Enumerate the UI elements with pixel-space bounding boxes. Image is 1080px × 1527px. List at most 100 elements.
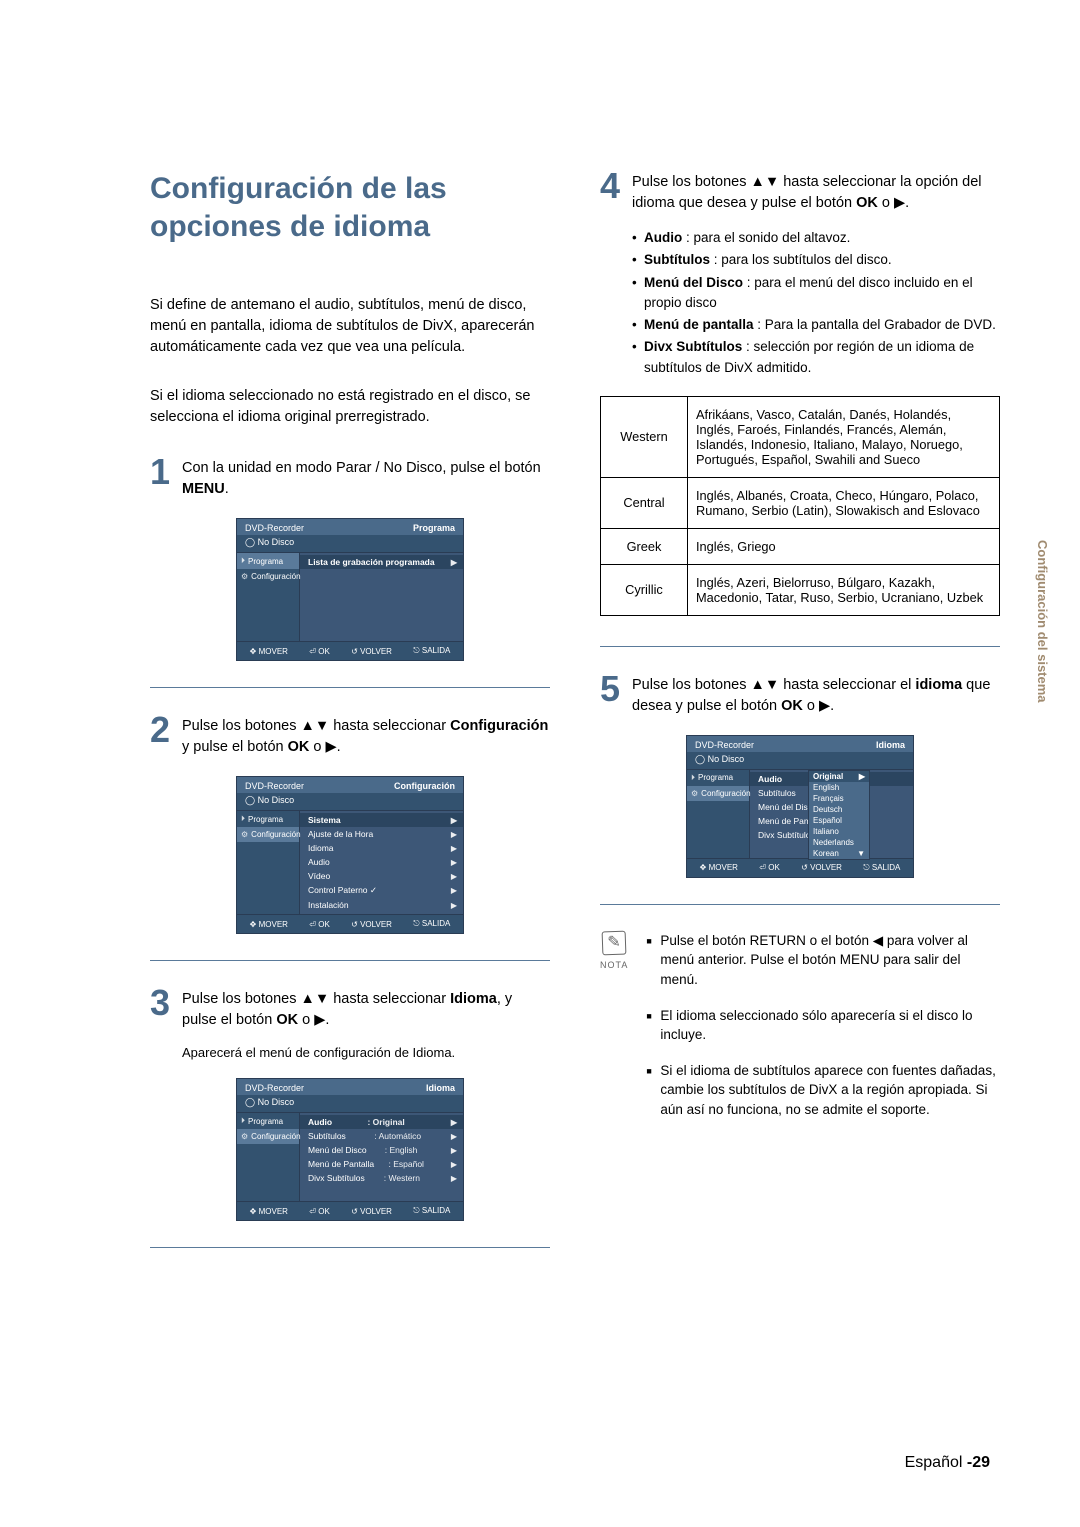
osd-side-item: Programa xyxy=(237,553,299,569)
osd-menu-row: Instalación▶ xyxy=(300,898,463,912)
osd-nodisc: No Disco xyxy=(708,754,745,764)
osd-header-section: Idioma xyxy=(876,740,905,750)
intro-paragraph-1: Si define de antemano el audio, subtítul… xyxy=(150,295,550,358)
osd-foot: MOVER xyxy=(709,863,738,872)
osd-foot: VOLVER xyxy=(360,920,392,929)
language-region-table: WesternAfrikáans, Vasco, Catalán, Danés,… xyxy=(600,396,1000,616)
osd-foot: OK xyxy=(318,647,330,656)
step-text: Con la unidad en modo Parar / No Disco, … xyxy=(182,460,541,476)
footer-page-number: -29 xyxy=(967,1454,990,1471)
step-subtext: Aparecerá el menú de configuración de Id… xyxy=(182,1045,550,1060)
bullet-bold: Subtítulos xyxy=(644,252,710,267)
step-text: o ▶. xyxy=(878,195,909,211)
step-text: Pulse los botones ▲▼ hasta seleccionar e… xyxy=(632,677,915,693)
step-2: 2 Pulse los botones ▲▼ hasta seleccionar… xyxy=(150,714,550,758)
table-row: CentralInglés, Albanés, Croata, Checo, H… xyxy=(601,477,1000,528)
osd-menu-row: Lista de grabación programada▶ xyxy=(300,555,463,569)
step-bold: MENU xyxy=(182,481,225,497)
osd-language-popup: Original▶ English Français Deutsch Españ… xyxy=(808,770,870,860)
step-bold: OK xyxy=(276,1012,298,1028)
bullet-text: : para los subtítulos del disco. xyxy=(710,252,892,267)
osd-foot: VOLVER xyxy=(360,1207,392,1216)
osd-menu-row: Audio: Original▶ xyxy=(300,1115,463,1129)
osd-screenshot-select-language: DVD-RecorderIdioma ◯ No Disco Programa C… xyxy=(686,735,914,878)
osd-foot: SALIDA xyxy=(422,646,450,655)
osd-foot: OK xyxy=(768,863,780,872)
osd-foot: VOLVER xyxy=(360,647,392,656)
osd-side-item: Configuración xyxy=(687,786,749,801)
osd-screenshot-config: DVD-RecorderConfiguración ◯ No Disco Pro… xyxy=(236,776,464,934)
table-key: Western xyxy=(601,396,688,477)
step-text: o ▶. xyxy=(298,1012,329,1028)
table-key: Greek xyxy=(601,528,688,564)
table-val: Inglés, Griego xyxy=(688,528,1000,564)
step-text: o ▶. xyxy=(309,739,340,755)
option-bullets: Audio : para el sonido del altavoz. Subt… xyxy=(632,228,1000,378)
note-icon: ✎ xyxy=(602,930,627,955)
note-item: Si el idioma de subtítulos aparece con f… xyxy=(646,1061,1000,1120)
osd-foot: OK xyxy=(318,1207,330,1216)
osd-foot: MOVER xyxy=(259,1207,288,1216)
step-bold: Idioma xyxy=(450,991,497,1007)
osd-menu-row: Sistema▶ xyxy=(300,813,463,827)
step-1: 1 Con la unidad en modo Parar / No Disco… xyxy=(150,456,550,500)
bullet-text: : para el sonido del altavoz. xyxy=(682,230,850,245)
step-text: o ▶. xyxy=(803,698,834,714)
step-4: 4 Pulse los botones ▲▼ hasta seleccionar… xyxy=(600,170,1000,214)
osd-title: DVD-Recorder xyxy=(695,740,754,750)
page-footer: Español -29 xyxy=(905,1454,990,1472)
table-key: Central xyxy=(601,477,688,528)
osd-menu-row: Divx Subtítulos: Western▶ xyxy=(300,1171,463,1185)
osd-menu-row: Vídeo▶ xyxy=(300,869,463,883)
table-val: Inglés, Albanés, Croata, Checo, Húngaro,… xyxy=(688,477,1000,528)
step-text: Pulse los botones ▲▼ hasta seleccionar xyxy=(182,718,450,734)
osd-foot: VOLVER xyxy=(810,863,842,872)
note-item: Pulse el botón RETURN o el botón ◀ para … xyxy=(646,931,1000,990)
osd-foot: SALIDA xyxy=(422,1206,450,1215)
osd-menu-row: Idioma▶ xyxy=(300,841,463,855)
osd-menu-row: Subtítulos: Automático▶ xyxy=(300,1129,463,1143)
osd-side-item: Programa xyxy=(237,1113,299,1129)
step-bold: OK xyxy=(781,698,803,714)
osd-side-item: Configuración xyxy=(237,569,299,584)
osd-header-section: Idioma xyxy=(426,1083,455,1093)
osd-header-section: Configuración xyxy=(394,781,455,791)
step-text: Pulse los botones ▲▼ hasta seleccionar xyxy=(182,991,450,1007)
page-title: Configuración de las opciones de idioma xyxy=(150,170,550,245)
step-bold: OK xyxy=(288,739,310,755)
osd-side-item: Programa xyxy=(237,811,299,827)
osd-side-item: Configuración xyxy=(237,827,299,842)
osd-menu-row: Control Paterno ✓▶ xyxy=(300,883,463,898)
step-bold: OK xyxy=(856,195,878,211)
osd-side-item: Configuración xyxy=(237,1129,299,1144)
bullet-bold: Menú de pantalla xyxy=(644,317,754,332)
step-bold: idioma xyxy=(915,677,962,693)
bullet-text: : Para la pantalla del Grabador de DVD. xyxy=(754,317,996,332)
step-number: 3 xyxy=(150,987,174,1031)
step-text: Pulse los botones ▲▼ hasta seleccionar l… xyxy=(632,174,982,211)
osd-screenshot-idioma: DVD-RecorderIdioma ◯ No Disco Programa C… xyxy=(236,1078,464,1221)
table-val: Inglés, Azeri, Bielorruso, Búlgaro, Kaza… xyxy=(688,564,1000,615)
intro-paragraph-2: Si el idioma seleccionado no está regist… xyxy=(150,386,550,428)
osd-side-item: Programa xyxy=(687,770,749,786)
step-number: 1 xyxy=(150,456,174,500)
step-5: 5 Pulse los botones ▲▼ hasta seleccionar… xyxy=(600,673,1000,717)
osd-foot: MOVER xyxy=(259,920,288,929)
osd-foot: SALIDA xyxy=(422,919,450,928)
osd-title: DVD-Recorder xyxy=(245,1083,304,1093)
osd-menu-row: Audio▶ xyxy=(300,855,463,869)
osd-header-section: Programa xyxy=(413,523,455,533)
osd-menu-row: Menú del Disco: English▶ xyxy=(300,1143,463,1157)
step-number: 5 xyxy=(600,673,624,717)
osd-foot: OK xyxy=(318,920,330,929)
table-row: WesternAfrikáans, Vasco, Catalán, Danés,… xyxy=(601,396,1000,477)
osd-nodisc: No Disco xyxy=(258,1097,295,1107)
osd-foot: MOVER xyxy=(259,647,288,656)
section-side-label: Configuración del sistema xyxy=(1033,540,1050,703)
note-label: NOTA xyxy=(600,959,628,972)
bullet-bold: Divx Subtítulos xyxy=(644,339,742,354)
osd-foot: SALIDA xyxy=(872,863,900,872)
osd-menu-row: Menú de Pantalla: Español▶ xyxy=(300,1157,463,1171)
osd-title: DVD-Recorder xyxy=(245,523,304,533)
note-block: ✎ NOTA Pulse el botón RETURN o el botón … xyxy=(600,931,1000,1136)
